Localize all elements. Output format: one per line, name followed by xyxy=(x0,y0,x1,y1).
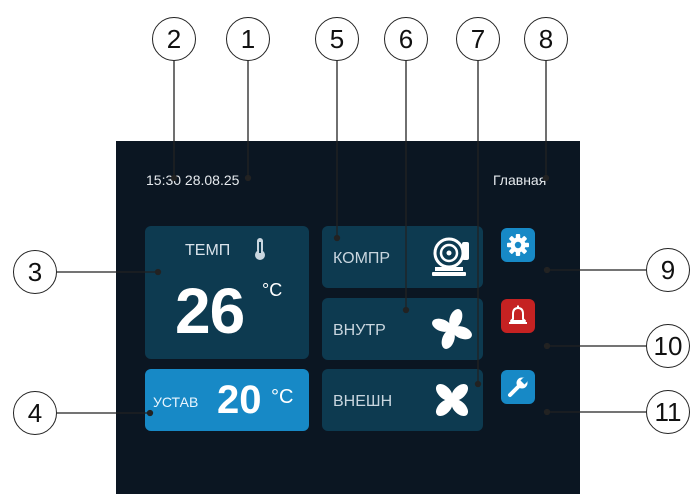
compressor-label: КОМПР xyxy=(333,250,391,267)
outdoor-fan-label: ВНЕШН xyxy=(333,393,393,410)
time-date-display: 15:30 28.08.25 xyxy=(146,172,240,188)
callout-9: 9 xyxy=(646,248,690,292)
callout-11: 11 xyxy=(646,390,690,434)
callout-5: 5 xyxy=(315,17,359,61)
temperature-unit: °C xyxy=(262,280,283,300)
callout-7: 7 xyxy=(456,17,500,61)
setpoint-button[interactable]: УСТАВ 20 °C xyxy=(145,369,309,431)
temperature-tile: ТЕМП 26 °C xyxy=(145,226,309,359)
setpoint-unit: °C xyxy=(271,386,294,408)
wrench-icon xyxy=(508,377,528,397)
screen-title: Главная xyxy=(493,172,547,188)
thermometer-icon xyxy=(255,238,265,260)
setpoint-label: УСТАВ xyxy=(153,394,199,410)
callout-8: 8 xyxy=(524,17,568,61)
callout-4: 4 xyxy=(13,391,57,435)
callout-3: 3 xyxy=(13,250,57,294)
callout-10: 10 xyxy=(646,324,690,368)
fan-icon xyxy=(432,309,472,349)
callout-2: 2 xyxy=(152,17,196,61)
bell-icon xyxy=(509,305,527,324)
indoor-fan-label: ВНУТР xyxy=(333,322,386,339)
callout-6: 6 xyxy=(384,17,428,61)
settings-button[interactable] xyxy=(501,228,535,262)
callout-1: 1 xyxy=(226,17,270,61)
gear-icon xyxy=(507,234,529,256)
fan-icon xyxy=(435,383,469,417)
outdoor-fan-button[interactable]: ВНЕШН xyxy=(322,369,483,431)
alarm-button[interactable] xyxy=(501,299,535,333)
service-button[interactable] xyxy=(501,370,535,404)
compressor-button[interactable]: КОМПР xyxy=(322,226,483,288)
compressor-icon xyxy=(432,237,469,276)
setpoint-value: 20 xyxy=(217,378,262,422)
indoor-fan-button[interactable]: ВНУТР xyxy=(322,298,483,360)
temperature-label: ТЕМП xyxy=(185,242,231,259)
temperature-value: 26 xyxy=(175,275,245,347)
